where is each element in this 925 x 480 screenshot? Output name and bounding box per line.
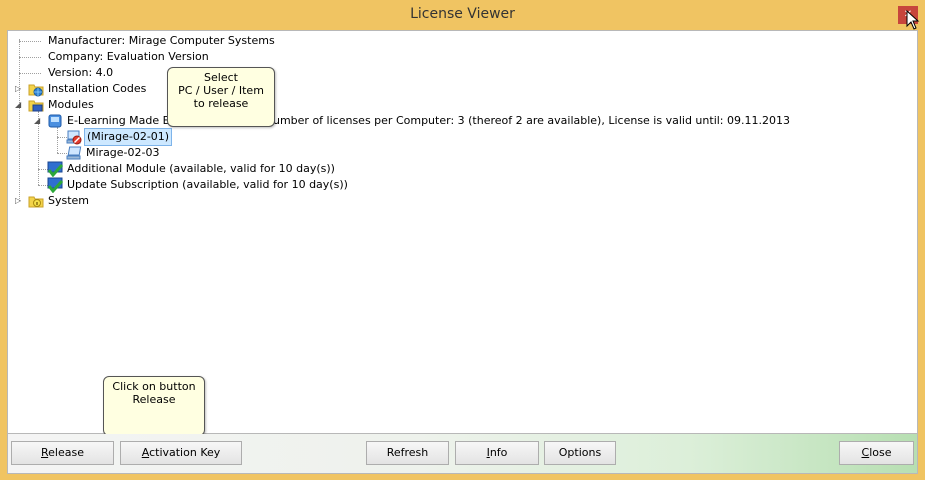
- tree-item-additional-module[interactable]: Additional Module (available, valid for …: [67, 161, 335, 177]
- tree-item-version[interactable]: Version: 4.0: [48, 65, 113, 81]
- tree-item-installation-codes[interactable]: Installation Codes: [48, 81, 146, 97]
- folder-info-icon: [28, 196, 44, 208]
- callout-line: to release: [193, 97, 249, 110]
- button-label: Options: [558, 446, 602, 459]
- tree-item-company[interactable]: Company: Evaluation Version: [48, 49, 209, 65]
- tree-item-label: Installation Codes: [48, 82, 147, 95]
- tree-item-label: (Mirage-02-01): [87, 130, 170, 143]
- button-label: elease: [48, 446, 84, 459]
- button-label: ctivation Key: [149, 446, 221, 459]
- computer-blocked-icon: [66, 130, 82, 145]
- callout-line: Release: [132, 393, 176, 406]
- folder-globe-icon: [28, 84, 44, 97]
- tree-item-label: Mirage-02-03: [86, 146, 160, 159]
- tree-item-label: Additional Module (available, valid for …: [67, 162, 335, 175]
- tree-item-mirage-02-01[interactable]: (Mirage-02-01): [84, 128, 173, 146]
- window-title: License Viewer: [410, 6, 515, 22]
- callout-select-pc: Select PC / User / Item to release: [167, 67, 275, 127]
- tree-item-label: Update Subscription (available, valid fo…: [67, 178, 348, 191]
- tree-guide-line: [19, 41, 41, 42]
- tree-guide-line: [57, 127, 58, 153]
- callout-click-release: Click on button Release: [103, 376, 205, 436]
- tree-guide-line: [19, 39, 20, 201]
- info-button[interactable]: Info: [455, 441, 539, 465]
- tree-item-mirage-02-03[interactable]: Mirage-02-03: [86, 145, 160, 161]
- tree-guide-line: [19, 57, 41, 58]
- tree-item-update-subscription[interactable]: Update Subscription (available, valid fo…: [67, 177, 348, 193]
- button-label: lose: [869, 446, 892, 459]
- callout-line: PC / User / Item: [178, 84, 264, 97]
- green-check-icon: [47, 161, 63, 177]
- callout-line: Select: [204, 71, 238, 84]
- tree-item-manufacturer[interactable]: Manufacturer: Mirage Computer Systems: [48, 33, 275, 49]
- tree-item-modules[interactable]: Modules: [48, 97, 94, 113]
- computer-icon: [66, 146, 82, 160]
- license-tree[interactable]: Manufacturer: Mirage Computer Systems Co…: [7, 30, 918, 434]
- tree-item-e-learning-module[interactable]: E-Learning Made Eas: [67, 113, 182, 129]
- tree-item-label: Version: 4.0: [48, 66, 114, 79]
- tree-guide-line: [19, 73, 41, 74]
- button-bar: Release Activation Key Refresh Info Opti…: [7, 434, 918, 474]
- expand-arrow-icon[interactable]: ▷: [15, 84, 23, 94]
- tree-item-label: System: [48, 194, 90, 207]
- tree-item-module-details: umber of licenses per Computer: 3 (there…: [273, 113, 790, 129]
- module-icon: [48, 114, 62, 128]
- folder-icon: [28, 100, 44, 112]
- release-button[interactable]: Release: [11, 441, 114, 465]
- tree-item-label: umber of licenses per Computer: 3 (there…: [273, 114, 790, 127]
- mouse-cursor-icon: [906, 10, 920, 30]
- close-button[interactable]: Close: [839, 441, 914, 465]
- callout-line: Click on button: [112, 380, 196, 393]
- activation-key-button[interactable]: Activation Key: [120, 441, 242, 465]
- options-button[interactable]: Options: [544, 441, 616, 465]
- collapse-arrow-icon[interactable]: ◢: [15, 100, 23, 110]
- title-bar: License Viewer ✕: [0, 0, 925, 30]
- tree-item-label: E-Learning Made Eas: [67, 114, 183, 127]
- license-viewer-window: License Viewer ✕ Manufacturer: Mirage Co…: [0, 0, 925, 480]
- collapse-arrow-icon[interactable]: ◢: [34, 116, 42, 126]
- button-accelerator: A: [141, 446, 150, 459]
- tree-item-label: Modules: [48, 98, 94, 111]
- button-label: Refresh: [386, 446, 429, 459]
- green-check-icon: [47, 177, 63, 193]
- expand-arrow-icon[interactable]: ▷: [15, 196, 23, 206]
- tree-item-system[interactable]: System: [48, 193, 89, 209]
- tree-item-label: Company: Evaluation Version: [48, 50, 209, 63]
- button-label: nfo: [489, 446, 508, 459]
- tree-item-label: Manufacturer: Mirage Computer Systems: [48, 34, 275, 47]
- refresh-button[interactable]: Refresh: [366, 441, 449, 465]
